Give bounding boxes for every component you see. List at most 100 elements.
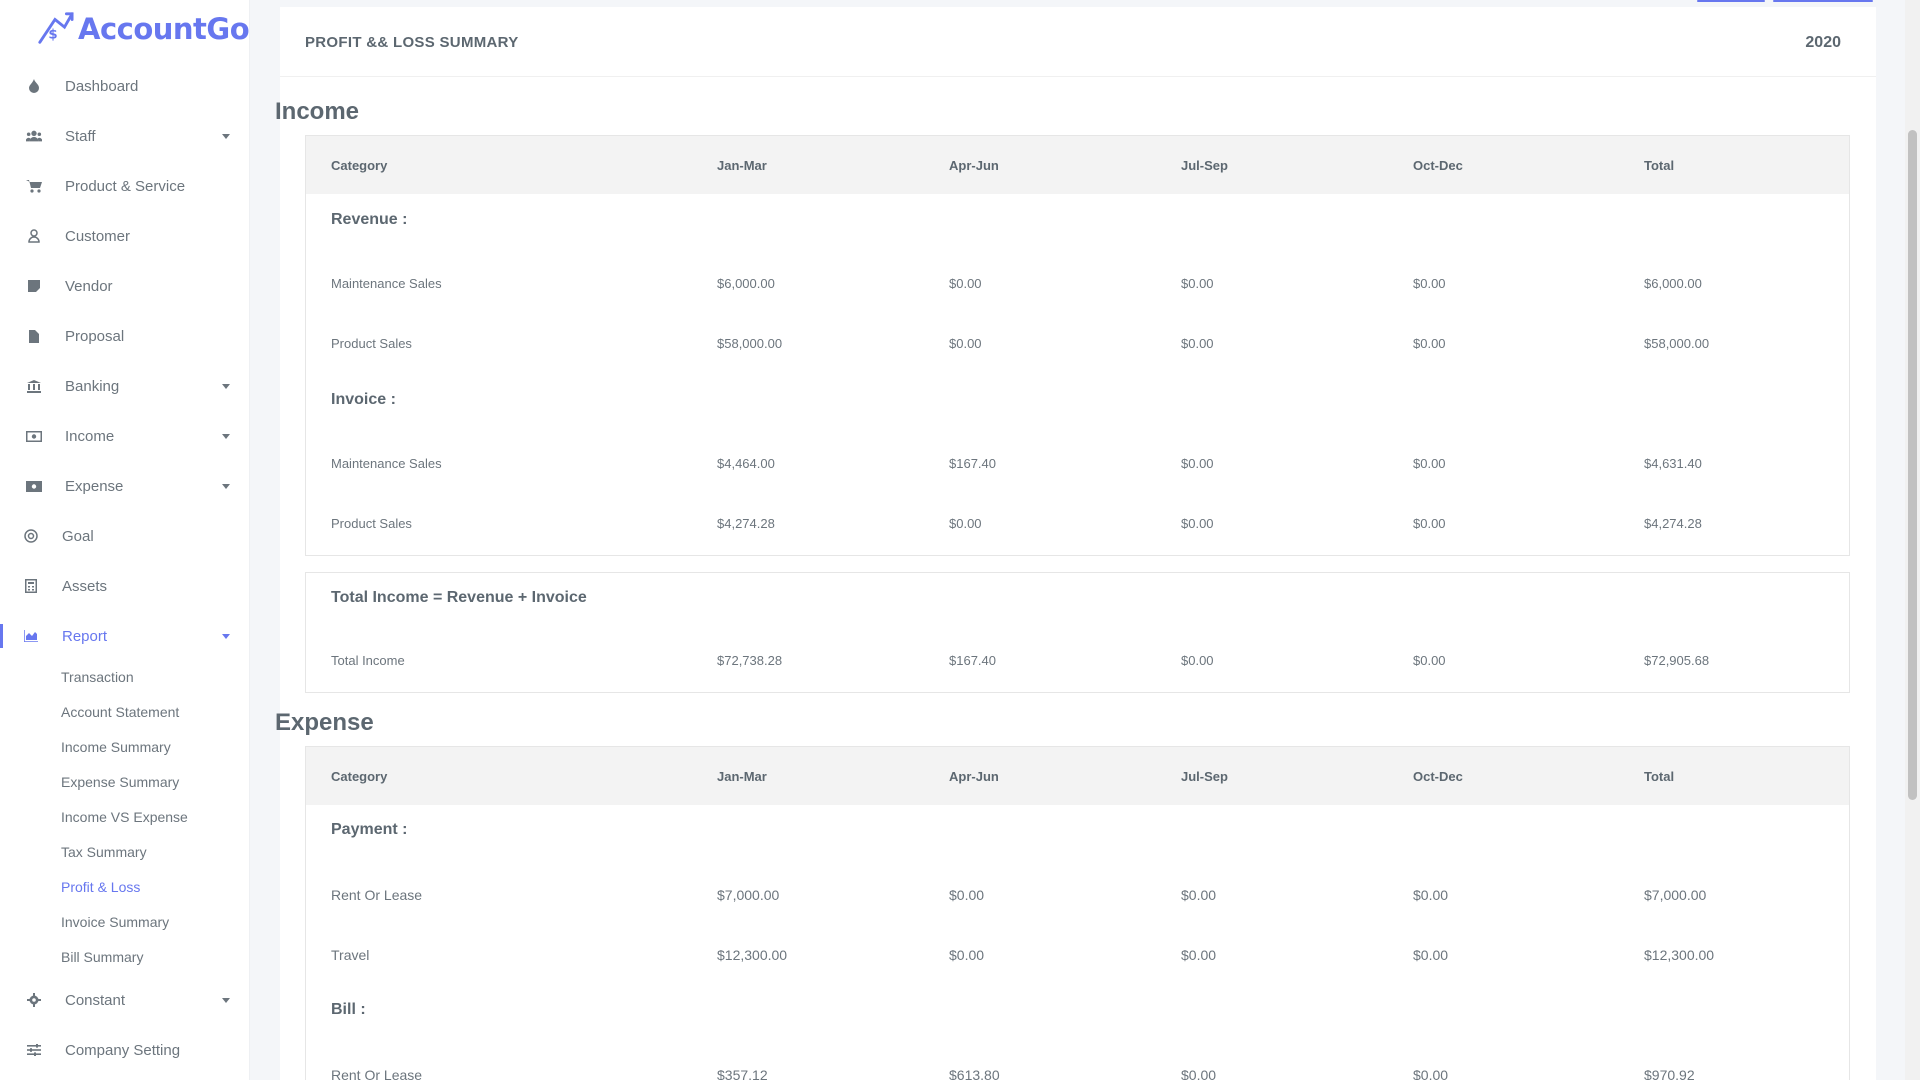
target-icon: [23, 528, 39, 544]
row-total: $4,274.28: [1644, 516, 1702, 531]
row-value: $4,464.00: [717, 456, 775, 471]
row-category: Maintenance Sales: [331, 276, 442, 291]
sidebar-item-company-setting[interactable]: Company Setting: [0, 1030, 250, 1070]
report-sub-expense-summary[interactable]: Expense Summary: [61, 774, 179, 790]
row-value: $72,738.28: [717, 653, 783, 668]
sidebar: $ AccountGo Dashboard Staff Product & Se…: [0, 0, 250, 1080]
page-title: PROFIT && LOSS SUMMARY: [305, 34, 519, 51]
report-sub-profit-loss[interactable]: Profit & Loss: [61, 879, 140, 895]
payment-group-label: Payment :: [331, 821, 408, 838]
report-sub-invoice-summary[interactable]: Invoice Summary: [61, 914, 169, 930]
row-value: $613.80: [949, 1067, 1000, 1080]
sidebar-item-expense[interactable]: Expense: [0, 466, 250, 506]
row-value: $0.00: [1181, 947, 1217, 963]
column-header: Jan-Mar: [717, 158, 767, 173]
row-value: $0.00: [1413, 653, 1446, 668]
row-value: $58,000.00: [717, 336, 783, 351]
expense-table-header: Category Jan-Mar Apr-Jun Jul-Sep Oct-Dec…: [306, 747, 1849, 805]
row-category: Total Income: [331, 653, 405, 668]
row-value: $0.00: [1413, 456, 1446, 471]
sidebar-item-dashboard[interactable]: Dashboard: [0, 66, 250, 106]
column-header: Apr-Jun: [949, 158, 999, 173]
report-sub-transaction[interactable]: Transaction: [61, 669, 134, 685]
row-category: Product Sales: [331, 516, 412, 531]
sidebar-item-label: Staff: [65, 127, 96, 145]
report-sub-income-summary[interactable]: Income Summary: [61, 739, 171, 755]
file-icon: [26, 328, 42, 344]
column-header: Jul-Sep: [1181, 158, 1228, 173]
sidebar-item-report[interactable]: Report: [0, 616, 250, 656]
money-bill-icon: [26, 478, 42, 494]
row-value: $0.00: [1181, 1067, 1217, 1080]
app-name: AccountGo: [78, 12, 250, 46]
sidebar-item-product-service[interactable]: Product & Service: [0, 166, 250, 206]
row-value: $0.00: [949, 336, 982, 351]
row-total: $12,300.00: [1644, 947, 1715, 963]
invoice-group-label: Invoice :: [331, 391, 396, 408]
report-sub-tax-summary[interactable]: Tax Summary: [61, 844, 147, 860]
row-value: $0.00: [1413, 887, 1449, 903]
sidebar-item-vendor[interactable]: Vendor: [0, 266, 250, 306]
report-sub-income-vs-expense[interactable]: Income VS Expense: [61, 809, 188, 825]
cart-icon: [26, 178, 42, 194]
sidebar-item-label: Assets: [62, 577, 108, 595]
cog-icon: [26, 992, 42, 1008]
row-value: $0.00: [1413, 276, 1446, 291]
row-total: $4,631.40: [1644, 456, 1702, 471]
row-value: $0.00: [1181, 336, 1214, 351]
column-header: Category: [331, 769, 388, 784]
sliders-icon: [26, 1042, 42, 1058]
row-total: $970.92: [1644, 1067, 1695, 1080]
page-scrollbar[interactable]: [1905, 0, 1920, 1080]
sidebar-item-constant[interactable]: Constant: [0, 980, 250, 1020]
report-year: 2020: [1805, 34, 1841, 51]
expense-section-title: Expense: [275, 709, 374, 736]
row-value: $0.00: [1413, 336, 1446, 351]
revenue-group-label: Revenue :: [331, 211, 408, 228]
caret-down-icon: [222, 133, 230, 139]
caret-down-icon: [222, 997, 230, 1003]
row-value: $0.00: [1181, 516, 1214, 531]
sidebar-item-label: Income: [65, 427, 115, 445]
scrollbar-thumb[interactable]: [1908, 130, 1917, 800]
sidebar-item-label: Banking: [65, 377, 120, 395]
sidebar-item-label: Goal: [62, 527, 94, 545]
caret-down-icon: [222, 633, 230, 639]
row-total: $7,000.00: [1644, 887, 1707, 903]
sidebar-item-assets[interactable]: Assets: [0, 566, 250, 606]
report-sub-bill-summary[interactable]: Bill Summary: [61, 949, 143, 965]
sidebar-item-income[interactable]: Income: [0, 416, 250, 456]
row-value: $0.00: [1181, 653, 1214, 668]
app-logo[interactable]: $ AccountGo: [36, 10, 250, 48]
income-table-header: Category Jan-Mar Apr-Jun Jul-Sep Oct-Dec…: [306, 136, 1849, 194]
income-section-title: Income: [275, 98, 360, 125]
sidebar-item-label: Product & Service: [65, 177, 186, 195]
fire-icon: [26, 78, 42, 94]
sidebar-item-goal[interactable]: Goal: [0, 516, 250, 556]
report-sub-account-statement[interactable]: Account Statement: [61, 704, 179, 720]
calculator-icon: [23, 578, 39, 594]
sidebar-item-banking[interactable]: Banking: [0, 366, 250, 406]
row-value: $4,274.28: [717, 516, 775, 531]
sidebar-item-staff[interactable]: Staff: [0, 116, 250, 156]
column-header: Total: [1644, 158, 1675, 173]
sidebar-item-proposal[interactable]: Proposal: [0, 316, 250, 356]
row-value: $357.12: [717, 1067, 768, 1080]
row-value: $167.40: [949, 653, 996, 668]
income-table: Category Jan-Mar Apr-Jun Jul-Sep Oct-Dec…: [305, 135, 1850, 556]
row-value: $0.00: [1181, 887, 1217, 903]
column-header: Total: [1644, 769, 1675, 784]
row-value: $7,000.00: [717, 887, 780, 903]
row-value: $0.00: [949, 276, 982, 291]
note-icon: [26, 278, 42, 294]
row-value: $0.00: [1181, 456, 1214, 471]
row-value: $0.00: [949, 947, 985, 963]
chart-area-icon: [23, 628, 39, 644]
caret-down-icon: [222, 483, 230, 489]
sidebar-item-customer[interactable]: Customer: [0, 216, 250, 256]
logo-icon: $: [38, 12, 74, 44]
sidebar-item-label: Company Setting: [65, 1041, 181, 1059]
row-category: Product Sales: [331, 336, 412, 351]
row-value: $0.00: [1413, 1067, 1449, 1080]
user-icon: [26, 228, 42, 244]
